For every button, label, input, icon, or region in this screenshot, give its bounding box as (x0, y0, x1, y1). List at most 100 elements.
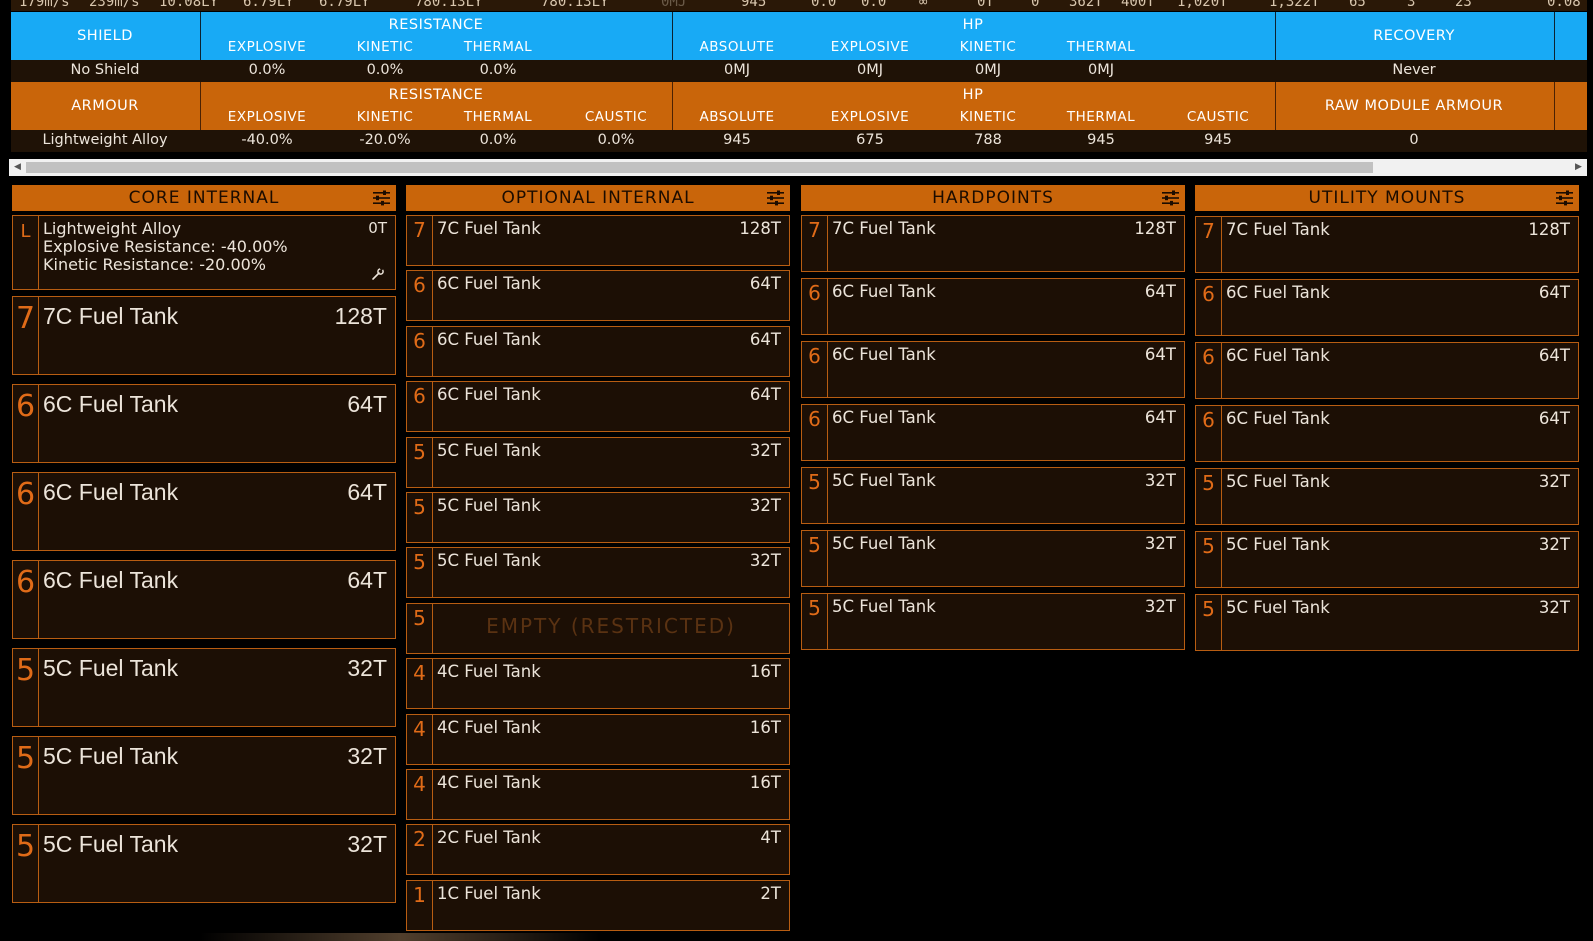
panel-header: UTILITY MOUNTS (1195, 185, 1579, 211)
panel-header: HARDPOINTS (801, 185, 1185, 211)
armour-hp-explosive-col: EXPLOSIVE (830, 109, 910, 125)
module-slot[interactable]: 4 4C Fuel Tank 16T (406, 714, 790, 765)
wrench-icon[interactable] (371, 267, 385, 281)
slot-class: 6 (802, 342, 828, 397)
filter-icon[interactable] (1556, 190, 1573, 206)
slot-class: 6 (802, 405, 828, 460)
module-slot[interactable]: 7 7C Fuel Tank 128T (12, 296, 396, 375)
armour-hp-absolute: 945 (723, 132, 751, 148)
scrollbar-thumb[interactable] (26, 162, 1373, 173)
slot-class: 4 (407, 659, 433, 708)
filter-icon[interactable] (767, 190, 784, 206)
armour-slot[interactable]: L Lightweight Alloy 0T Explosive Resista… (12, 215, 396, 290)
module-slot[interactable]: 7 7C Fuel Tank 128T (801, 215, 1185, 272)
slot-mass: 64T (1144, 408, 1176, 427)
module-slot[interactable]: 6 6C Fuel Tank 64T (1195, 405, 1579, 462)
slot-mass: 32T (347, 743, 387, 769)
slot-class: 5 (802, 594, 828, 649)
module-slot[interactable]: 6 6C Fuel Tank 64T (801, 278, 1185, 335)
summary-value: 0.0 (811, 0, 837, 10)
armour-header-row: ARMOUR RESISTANCE EXPLOSIVE KINETIC THER… (11, 82, 1587, 130)
armour-hp-label: HP (962, 87, 984, 103)
armour-hp-kinetic-col: KINETIC (959, 109, 1017, 125)
module-slot[interactable]: 5 5C Fuel Tank 32T (406, 492, 790, 543)
module-slot[interactable]: 6 6C Fuel Tank 64T (801, 341, 1185, 398)
slot-class: 5 (13, 649, 39, 726)
slot-module-name: 6C Fuel Tank (43, 479, 179, 505)
module-slot[interactable]: 6 6C Fuel Tank 64T (1195, 342, 1579, 399)
slot-class: 5 (802, 468, 828, 523)
module-slot[interactable]: 6 6C Fuel Tank 64T (406, 381, 790, 432)
module-slot[interactable]: 4 4C Fuel Tank 16T (406, 769, 790, 820)
module-slot[interactable]: 6 6C Fuel Tank 64T (1195, 279, 1579, 336)
slot-mass: 16T (749, 662, 781, 681)
panel-header: CORE INTERNAL (12, 185, 396, 211)
slot-mass: 32T (1144, 597, 1176, 616)
shield-header-row: SHIELD RESISTANCE EXPLOSIVE KINETIC THER… (11, 12, 1587, 60)
module-slot[interactable]: 5 5C Fuel Tank 32T (406, 437, 790, 488)
module-slot[interactable]: 5 5C Fuel Tank 32T (1195, 468, 1579, 525)
module-slot[interactable]: 6 6C Fuel Tank 64T (406, 270, 790, 321)
scroll-right-icon[interactable]: ▶ (1570, 159, 1587, 176)
module-slot[interactable]: 6 6C Fuel Tank 64T (12, 560, 396, 639)
empty-slot[interactable]: 5 EMPTY (RESTRICTED) (406, 603, 790, 654)
module-slot[interactable]: 5 5C Fuel Tank 32T (12, 824, 396, 903)
module-slot[interactable]: 7 7C Fuel Tank 128T (1195, 216, 1579, 273)
slot-class: 6 (13, 561, 39, 638)
filter-icon[interactable] (1162, 190, 1179, 206)
module-slot[interactable]: 5 5C Fuel Tank 32T (1195, 594, 1579, 651)
slot-mass: 32T (749, 496, 781, 515)
slot-class: 1 (407, 881, 433, 930)
summary-strip: 179m/s 239m/s 10.08LY 6.79LY 6.79LY 780.… (11, 0, 1587, 11)
slot-mass: 128T (1528, 220, 1570, 239)
slot-mass: 128T (334, 303, 387, 329)
shield-res-kinetic: 0.0% (366, 62, 404, 78)
armour-hp-thermal-col: THERMAL (1066, 109, 1136, 125)
slot-class: 6 (1196, 343, 1222, 398)
module-slot[interactable]: 6 6C Fuel Tank 64T (12, 472, 396, 551)
module-slot[interactable]: 5 5C Fuel Tank 32T (406, 547, 790, 598)
module-slot[interactable]: 5 5C Fuel Tank 32T (801, 593, 1185, 650)
slot-module-name: 5C Fuel Tank (43, 743, 179, 769)
shield-hp-thermal: 0MJ (1087, 62, 1115, 78)
slot-mass: 64T (347, 479, 387, 505)
module-slot[interactable]: 6 6C Fuel Tank 64T (801, 404, 1185, 461)
horizontal-scrollbar[interactable]: ◀ ▶ (9, 159, 1587, 176)
slot-module-name: 6C Fuel Tank (1226, 346, 1330, 365)
module-slot[interactable]: 1 1C Fuel Tank 2T (406, 880, 790, 931)
module-slot[interactable]: 5 5C Fuel Tank 32T (12, 736, 396, 815)
slot-class: 4 (407, 715, 433, 764)
summary-value: 179m/s (19, 0, 70, 10)
module-slot[interactable]: 5 5C Fuel Tank 32T (1195, 531, 1579, 588)
armour-res-caustic-col: CAUSTIC (584, 109, 648, 125)
armour-res-explosive-col: EXPLOSIVE (227, 109, 307, 125)
slot-mass: 64T (1144, 282, 1176, 301)
slot-module-name: 6C Fuel Tank (437, 385, 541, 404)
module-slot[interactable]: 5 5C Fuel Tank 32T (801, 467, 1185, 524)
module-slot[interactable]: 4 4C Fuel Tank 16T (406, 658, 790, 709)
slot-class: 7 (802, 216, 828, 271)
slot-mass: 64T (749, 274, 781, 293)
module-slot[interactable]: 5 5C Fuel Tank 32T (12, 648, 396, 727)
defence-stats-table: SHIELD RESISTANCE EXPLOSIVE KINETIC THER… (11, 12, 1587, 152)
shield-res-thermal: 0.0% (479, 62, 517, 78)
slot-module-name: 6C Fuel Tank (832, 408, 936, 427)
shield-res-thermal-col: THERMAL (463, 39, 533, 55)
slot-mass: 64T (749, 385, 781, 404)
summary-value: 780.13LY (415, 0, 483, 10)
shield-hp-label: HP (962, 17, 984, 33)
module-slot[interactable]: 6 6C Fuel Tank 64T (406, 326, 790, 377)
slot-module-name: 5C Fuel Tank (832, 471, 936, 490)
armour-hp-explosive: 675 (856, 132, 884, 148)
module-slot[interactable]: 7 7C Fuel Tank 128T (406, 215, 790, 266)
filter-icon[interactable] (373, 190, 390, 206)
armour-hp-kinetic: 788 (974, 132, 1002, 148)
slot-class: 5 (1196, 469, 1222, 524)
slot-mass: 32T (1144, 471, 1176, 490)
summary-value: ∞ (919, 0, 928, 10)
module-slot[interactable]: 5 5C Fuel Tank 32T (801, 530, 1185, 587)
panel-title: OPTIONAL INTERNAL (501, 188, 695, 208)
scroll-left-icon[interactable]: ◀ (9, 159, 26, 176)
module-slot[interactable]: 2 2C Fuel Tank 4T (406, 824, 790, 875)
module-slot[interactable]: 6 6C Fuel Tank 64T (12, 384, 396, 463)
